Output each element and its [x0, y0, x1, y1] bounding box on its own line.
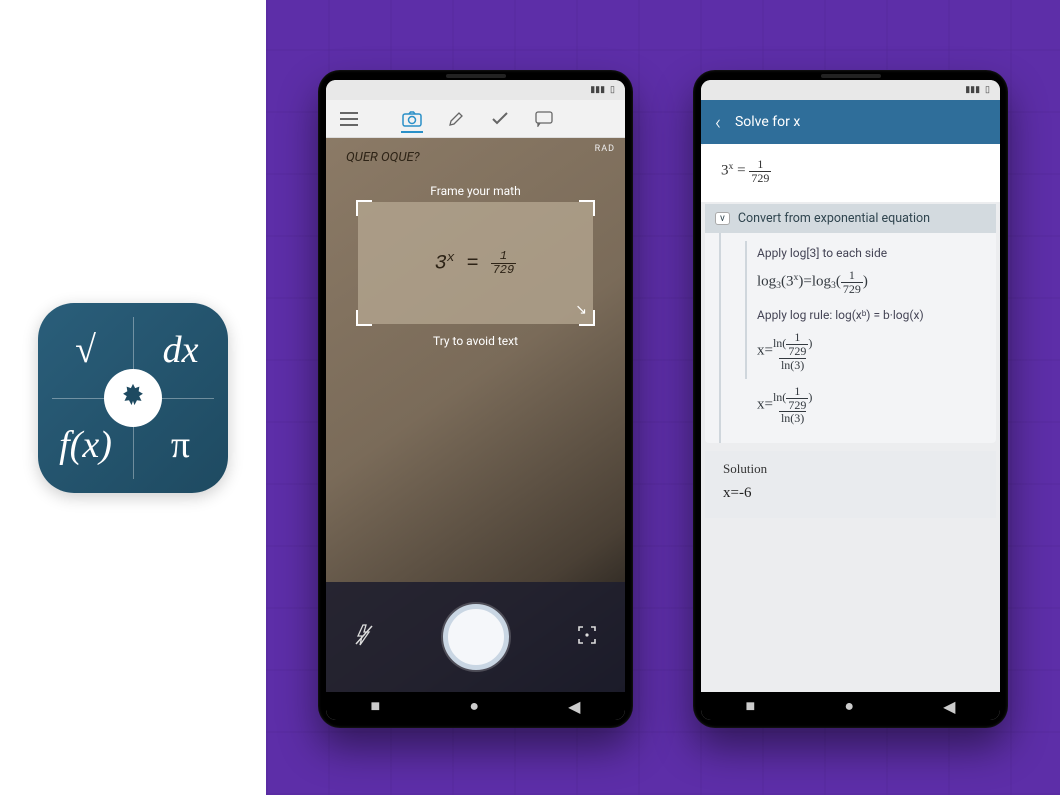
captured-expression: 3x = 1729: [358, 202, 593, 324]
status-bar: ▮▮▮ ▯: [326, 80, 625, 100]
chat-icon[interactable]: [533, 108, 555, 130]
pencil-icon[interactable]: [445, 108, 467, 130]
substep-title: Apply log rule: log(xᵇ) = b·log(x): [757, 308, 990, 322]
camera-tab-icon[interactable]: [401, 111, 423, 133]
substep: Apply log rule: log(xᵇ) = b·log(x) x=ln(…: [745, 303, 990, 379]
page-title: Solve for x: [735, 114, 800, 130]
battery-icon: ▯: [985, 85, 990, 95]
nav-recent-icon[interactable]: ■: [746, 696, 756, 716]
solution-body[interactable]: 3x = 1729 v Convert from exponential equ…: [701, 144, 1000, 692]
focus-icon[interactable]: [577, 625, 597, 649]
substep: Apply log[3] to each side log3(3x)=log3(…: [745, 241, 990, 303]
phone-solution: ▮▮▮ ▯ ‹ Solve for x 3x = 1729 v Convert …: [693, 70, 1008, 728]
rad-badge: RAD: [595, 144, 615, 154]
android-nav-bar: ■ ● ◀: [701, 692, 1000, 720]
leaf-icon: [104, 369, 162, 427]
original-equation: 3x = 1729: [701, 144, 1000, 202]
step-title: Convert from exponential equation: [738, 211, 930, 226]
phone-camera: ▮▮▮ ▯: [318, 70, 633, 728]
avoid-text-label: Try to avoid text: [326, 334, 625, 348]
nav-home-icon[interactable]: ●: [844, 696, 854, 716]
solution-value: x=-6: [723, 485, 978, 502]
right-panel: ▮▮▮ ▯: [266, 0, 1060, 795]
android-nav-bar: ■ ● ◀: [326, 692, 625, 720]
left-panel: √ dx f(x) π: [0, 0, 266, 795]
tab-bar: [326, 100, 625, 138]
nav-back-icon[interactable]: ◀: [943, 697, 955, 716]
status-bar: ▮▮▮ ▯: [701, 80, 1000, 100]
signal-icon: ▮▮▮: [965, 85, 980, 95]
camera-controls: [326, 582, 625, 692]
substep-math: x=ln(1729)ln(3): [757, 328, 990, 374]
resize-handle-icon[interactable]: ↘: [575, 302, 587, 318]
back-icon[interactable]: ‹: [715, 110, 721, 134]
flash-off-icon[interactable]: [354, 624, 374, 650]
check-icon[interactable]: [489, 108, 511, 130]
menu-icon[interactable]: [338, 108, 360, 130]
screen-header: ‹ Solve for x: [701, 100, 1000, 144]
frame-label: Frame your math: [326, 184, 625, 198]
app-icon: √ dx f(x) π: [38, 303, 228, 493]
step-header[interactable]: v Convert from exponential equation: [705, 204, 996, 233]
nav-back-icon[interactable]: ◀: [568, 697, 580, 716]
chevron-down-icon[interactable]: v: [715, 212, 730, 225]
solution-block: Solution x=-6: [705, 451, 996, 518]
solution-label: Solution: [723, 461, 978, 477]
capture-button[interactable]: [443, 604, 509, 670]
nav-home-icon[interactable]: ●: [469, 696, 479, 716]
step-result-math: x=ln(1729)ln(3): [743, 379, 990, 431]
substep-math: log3(3x)=log3(1729): [757, 266, 990, 298]
step-group: v Convert from exponential equation Appl…: [705, 204, 996, 443]
substep-title: Apply log[3] to each side: [757, 246, 990, 260]
crop-frame[interactable]: 3x = 1729 ↘: [358, 202, 593, 324]
battery-icon: ▯: [610, 85, 615, 95]
camera-viewfinder: QUER OQUE? RAD Frame your math 3x = 1729…: [326, 138, 625, 692]
signal-icon: ▮▮▮: [590, 85, 605, 95]
nav-recent-icon[interactable]: ■: [371, 696, 381, 716]
